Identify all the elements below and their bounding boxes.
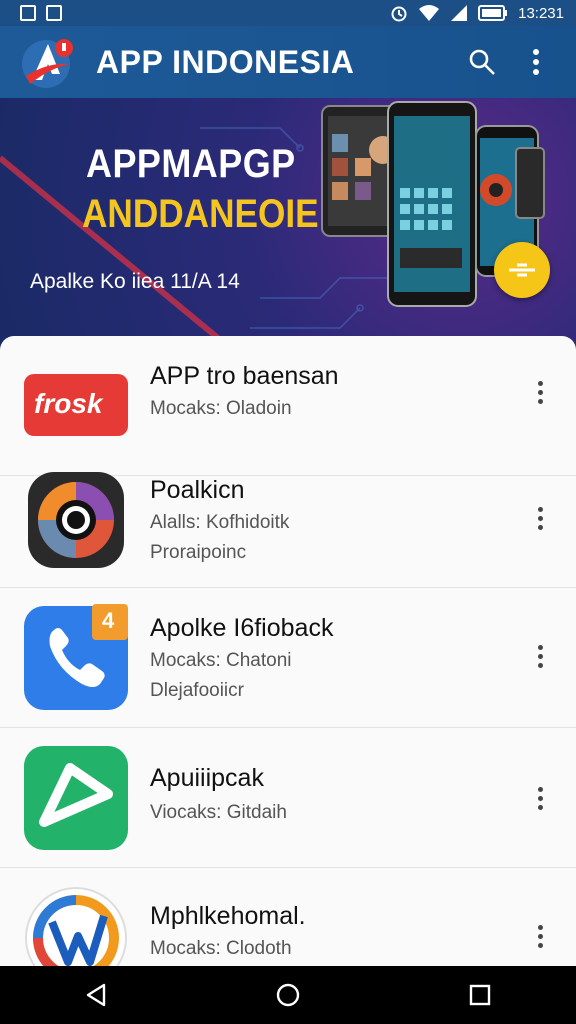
more-vert-icon — [533, 49, 539, 75]
promo-banner[interactable]: APPMAPGP ANDDANEOIE Apalke Ko iiea 11/A … — [0, 98, 576, 348]
home-icon — [276, 983, 300, 1007]
banner-subtitle: ANDDANEOIE — [82, 192, 319, 236]
status-time: 13:231 — [518, 4, 564, 22]
forward-icon — [509, 263, 535, 277]
app-icon — [24, 746, 128, 850]
app-title: Mphlkehomal. — [150, 902, 306, 930]
banner-title: APPMAPGP — [86, 142, 296, 186]
app-meta: Alalls: Kofhidoitk — [150, 512, 290, 533]
item-more-button[interactable] — [526, 916, 554, 956]
signal-icon — [451, 5, 468, 21]
recents-icon — [469, 984, 491, 1006]
app-bar: APP INDONESIA — [0, 26, 576, 98]
app-meta: Mocaks: Clodoth — [150, 938, 292, 959]
list-item[interactable]: Poalkicn Alalls: Kofhidoitk Proraipoinc — [0, 448, 576, 588]
app-icon: 4 — [24, 604, 128, 710]
app-icon-label: frosk — [34, 388, 103, 419]
back-icon — [86, 983, 106, 1007]
alarm-icon — [391, 6, 407, 22]
app-icon: frosk — [24, 354, 128, 458]
status-bar: 13:231 — [0, 0, 576, 26]
item-more-button[interactable] — [526, 498, 554, 538]
sim-icon — [20, 5, 36, 21]
app-category: Dlejafooiicr — [150, 680, 244, 701]
app-meta: Mocaks: Oladoin — [150, 398, 292, 419]
home-button[interactable] — [268, 975, 308, 1015]
app-meta: Mocaks: Chatoni — [150, 650, 292, 671]
app-category: Proraipoinc — [150, 542, 247, 563]
app-title: APP tro baensan — [150, 362, 339, 390]
app-title: Apolke I6fioback — [150, 614, 334, 642]
status-left — [20, 5, 62, 21]
app-title: Poalkicn — [150, 476, 245, 504]
system-nav-bar — [0, 966, 576, 1024]
app-list: frosk APP tro baensan Mocaks: Oladoin Po… — [0, 336, 576, 968]
status-right: 13:231 — [390, 4, 564, 22]
app-title: Apuiiipcak — [150, 764, 264, 792]
wifi-icon — [419, 5, 440, 21]
notification-badge: 4 — [102, 608, 115, 633]
banner-action-button[interactable] — [494, 242, 550, 298]
battery-icon — [478, 5, 508, 21]
item-more-button[interactable] — [526, 778, 554, 818]
app-icon — [24, 886, 128, 968]
list-item[interactable]: Apuiiipcak Viocaks: Gitdaih — [0, 728, 576, 868]
save-icon — [46, 5, 62, 21]
list-item[interactable]: Mphlkehomal. Mocaks: Clodoth — [0, 868, 576, 968]
app-logo — [20, 34, 82, 90]
app-meta: Viocaks: Gitdaih — [150, 802, 287, 823]
search-button[interactable] — [462, 42, 502, 82]
recents-button[interactable] — [460, 975, 500, 1015]
list-item[interactable]: 4 Apolke I6fioback Mocaks: Chatoni Dleja… — [0, 588, 576, 728]
app-icon — [24, 468, 128, 572]
item-more-button[interactable] — [526, 636, 554, 676]
app-title: APP INDONESIA — [96, 43, 355, 80]
banner-caption: Apalke Ko iiea 11/A 14 — [30, 270, 240, 293]
overflow-menu-button[interactable] — [516, 42, 556, 82]
search-icon — [469, 49, 495, 75]
back-button[interactable] — [76, 975, 116, 1015]
item-more-button[interactable] — [526, 372, 554, 412]
